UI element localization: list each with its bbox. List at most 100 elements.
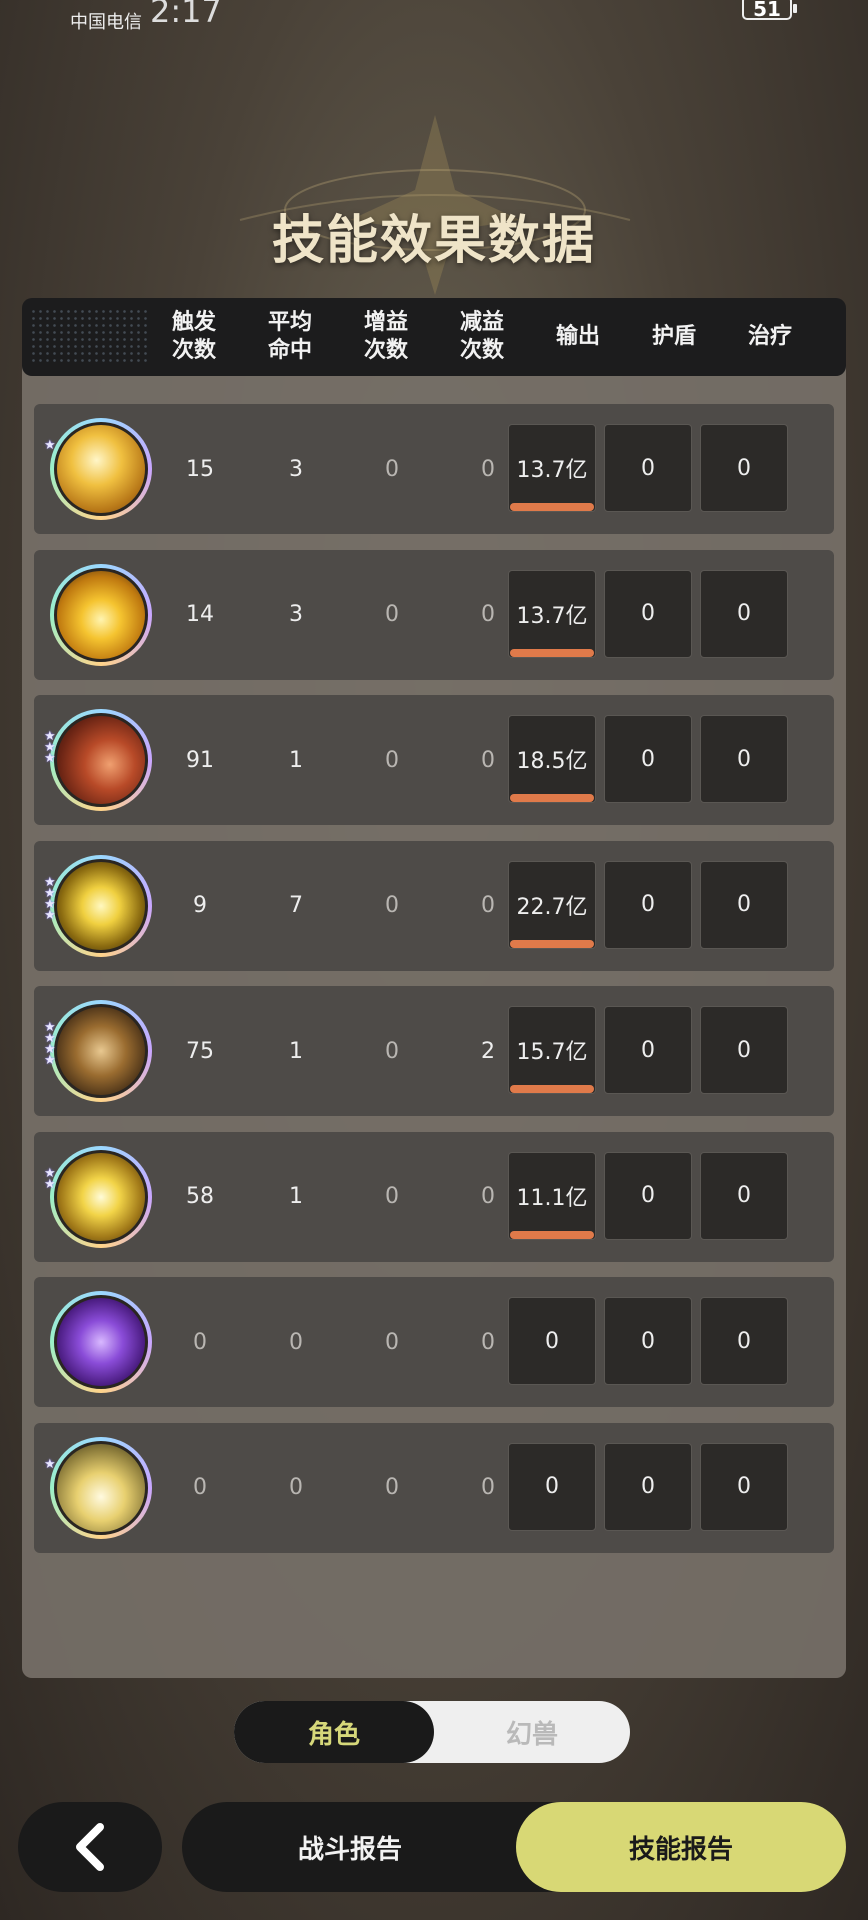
buff-count-value: 0 [385,456,399,482]
heal-box: 0 [700,424,788,512]
skill-star-rank: ★ [44,438,58,453]
output-value: 11.1亿 [516,1185,588,1211]
heal-box: 0 [700,860,788,949]
skill-radiant-burst-icon [54,1149,148,1244]
output-bar [510,1230,594,1239]
skill-icon-frame[interactable] [50,1436,152,1539]
table-row: ★ ★ ★ ★ 75 1 0 2 15.7亿 0 0 [34,986,834,1116]
role-toggle: 角色 幻兽 [234,1701,630,1763]
skill-icon-frame[interactable] [50,418,152,520]
table-row: 14 3 0 0 13.7亿 0 0 [34,549,834,680]
shield-box: 0 [604,1297,692,1385]
shield-box: 0 [604,1442,692,1531]
skill-star-rank: ★ ★ ★ [44,730,58,766]
heal-value: 0 [737,601,751,626]
trigger-count-value: 0 [193,1475,207,1500]
clock: 2:17 [150,0,222,30]
star-icon: ★ [44,1456,56,1472]
star-icon: ★ [44,751,56,766]
skill-golden-rise-icon [54,1440,148,1535]
avg-hit-value: 7 [289,893,303,918]
skill-star-rank: ★ ★ [44,1167,58,1192]
table-row: ★ 0 0 0 0 0 0 0 [34,1422,834,1553]
table-row: ★ ★ ★ 91 1 0 0 18.5亿 0 0 [34,695,834,825]
heal-box: 0 [700,569,788,658]
output-value: 18.5亿 [516,749,588,774]
shield-box: 0 [604,424,692,512]
back-button[interactable] [18,1802,162,1892]
skill-thunder-orb-icon [54,858,148,953]
buff-count-value: 0 [385,747,399,773]
star-icon: ★ [44,1176,56,1192]
star-icon: ★ [44,438,56,453]
col-output: 输出 [555,324,600,349]
output-box: 11.1亿 [508,1151,596,1240]
trigger-count-value: 0 [193,1329,207,1355]
col-heal: 治疗 [747,324,792,349]
output-box: 0 [508,1297,596,1385]
skill-icon-frame[interactable] [50,1000,152,1102]
shield-value: 0 [641,1474,655,1499]
heal-box: 0 [700,715,788,803]
skill-icon-frame[interactable] [50,854,152,957]
shield-value: 0 [641,746,655,772]
heal-value: 0 [737,455,751,481]
skill-star-rank: ★ [44,1456,58,1472]
toggle-beast[interactable]: 幻兽 [434,1701,630,1763]
chevron-left-icon [76,1823,104,1871]
avg-hit-value: 0 [289,1475,303,1500]
trigger-count-value: 9 [193,893,207,918]
heal-box: 0 [700,1442,788,1531]
buff-count-value: 0 [385,1184,399,1209]
shield-value: 0 [641,1328,655,1354]
heal-value: 0 [737,892,751,917]
table-row: ★ 15 3 0 0 13.7亿 0 0 [34,404,834,534]
output-bar [510,939,594,948]
skill-icon-frame[interactable] [50,563,152,666]
star-icon: ★ [44,1053,56,1068]
toggle-character[interactable]: 角色 [234,1701,434,1763]
trigger-count-value: 75 [186,1038,214,1064]
trigger-count-value: 91 [186,747,214,773]
output-box: 22.7亿 [508,860,596,949]
skill-star-rank: ★ ★ ★ ★ [44,1021,58,1068]
avg-hit-value: 1 [289,1038,303,1064]
avg-hit-value: 1 [289,1184,303,1209]
buff-count-value: 0 [385,893,399,918]
shield-value: 0 [641,1183,655,1208]
shield-box: 0 [604,715,692,803]
trigger-count-value: 14 [186,602,214,627]
heal-box: 0 [700,1297,788,1385]
output-value: 0 [545,1474,559,1499]
shield-value: 0 [641,1037,655,1063]
output-value: 13.7亿 [516,458,588,483]
page-title: 技能效果数据 [271,211,596,271]
tab-skill-report[interactable]: 技能报告 [516,1802,846,1892]
trigger-count-value: 58 [186,1184,214,1209]
buff-count-value: 0 [385,1475,399,1500]
tab-battle-report[interactable]: 战斗报告 [182,1802,518,1892]
output-value: 22.7亿 [516,894,588,920]
carrier-label: 中国电信 [70,12,142,33]
skill-meteor-icon [54,713,148,807]
shield-value: 0 [641,892,655,917]
skill-icon-frame[interactable] [50,1145,152,1248]
output-value: 15.7亿 [516,1040,588,1065]
shield-value: 0 [641,601,655,626]
skill-icon-frame[interactable] [50,1291,152,1393]
shield-box: 0 [604,569,692,658]
table-header: 触发 次数 平均 命中 增益 次数 减益 次数 输出 护盾 治疗 [22,298,846,376]
output-bar [510,503,594,511]
col-trigger-count: 触发 次数 [171,310,216,363]
output-box: 0 [508,1442,596,1531]
output-value: 0 [545,1328,559,1354]
col-debuff-count: 减益 次数 [459,310,504,363]
output-bar [510,794,594,802]
report-tabs: 战斗报告 技能报告 [182,1802,846,1892]
skill-icon-frame[interactable] [50,709,152,811]
star-icon: ★ [44,907,56,923]
output-box: 15.7亿 [508,1006,596,1094]
output-box: 13.7亿 [508,569,596,658]
table-row: ★ ★ 58 1 0 0 11.1亿 0 0 [34,1131,834,1262]
heal-value: 0 [737,746,751,772]
